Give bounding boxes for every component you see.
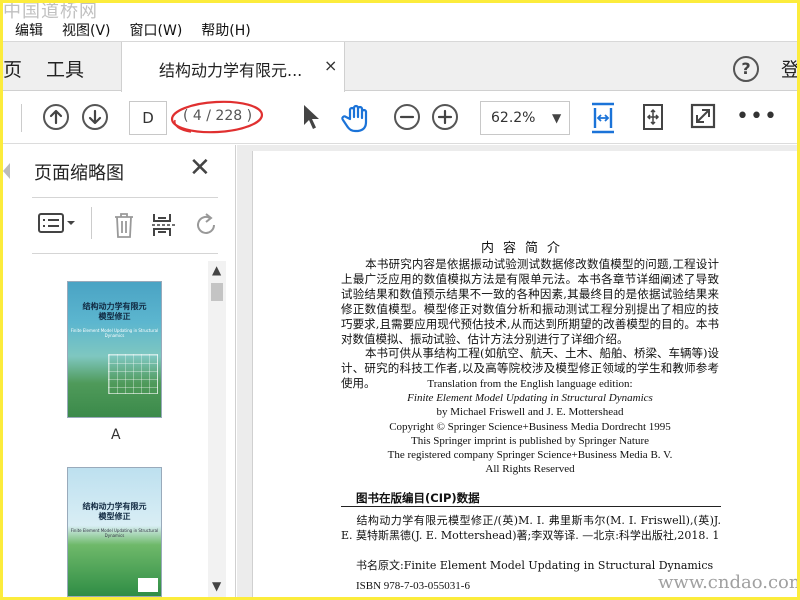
tab-bar: 页 工具 结构动力学有限元... × ? 登 <box>3 41 797 92</box>
tab-document[interactable]: 结构动力学有限元... × <box>121 42 345 92</box>
copyright-line: by Michael Friswell and J. E. Mottershea… <box>436 406 624 419</box>
intro-paragraph-text: 本书研究内容是依据振动试验测试数据修改数值模型的问题,工程设计上最广泛应用的数值… <box>341 257 719 346</box>
page-count-annotated: ( 4 / 228 ) <box>169 98 267 136</box>
menu-view[interactable]: 视图(V) <box>62 20 111 40</box>
zoom-level-dropdown[interactable]: 62.2% ▼ <box>480 101 570 135</box>
barcode-icon <box>138 578 158 592</box>
copyright-line: This Springer imprint is published by Sp… <box>411 434 649 447</box>
dropdown-arrow-icon: ▼ <box>552 111 562 125</box>
tab-tools[interactable]: 工具 <box>46 55 84 82</box>
select-cursor-icon[interactable] <box>299 102 321 132</box>
app-window: 中国道桥网 编辑 视图(V) 窗口(W) 帮助(H) 页 工具 结构动力学有限元… <box>3 3 797 597</box>
menu-help[interactable]: 帮助(H) <box>201 20 250 40</box>
menu-items: 编辑 视图(V) 窗口(W) 帮助(H) <box>15 20 251 40</box>
zoom-in-button[interactable] <box>432 104 458 130</box>
delete-page-icon[interactable] <box>111 211 137 239</box>
panel-divider <box>32 197 218 198</box>
panel-pointer <box>3 163 10 179</box>
scroll-up-icon[interactable]: ▲ <box>212 263 221 277</box>
thumbnail-cover-subtitle: Finite Element Model Updating in Structu… <box>70 328 159 338</box>
page-heading: 内容简介 <box>480 241 569 256</box>
zoom-out-button[interactable] <box>394 104 420 130</box>
page-label: A <box>111 427 121 443</box>
cip-divider <box>341 506 721 507</box>
cip-entry: 结构动力学有限元模型修正/(英)M. I. 弗里斯韦尔(M. I. Friswe… <box>341 513 721 543</box>
copyright-line: Translation from the English language ed… <box>427 378 633 390</box>
hand-tool-icon[interactable] <box>341 102 373 134</box>
more-options-icon[interactable]: ••• <box>736 104 778 129</box>
thumbnail-scrollbar[interactable]: ▲ ▼ <box>208 261 226 597</box>
arrow-down-icon <box>88 109 102 125</box>
menu-edit[interactable]: 编辑 <box>15 20 43 40</box>
close-panel-icon[interactable]: ✕ <box>189 155 211 181</box>
watermark-logo-bottom: www.cndao.com <box>658 572 797 593</box>
panel-divider <box>32 253 218 254</box>
arrow-up-icon <box>49 109 63 125</box>
copyright-line: Copyright © Springer Science+Business Me… <box>389 420 671 433</box>
rotate-icon[interactable] <box>193 211 221 239</box>
page-thumbnail[interactable]: 结构动力学有限元 模型修正 Finite Element Model Updat… <box>67 281 162 418</box>
document-page: 内容简介 本书研究内容是依据振动试验测试数据修改数值模型的问题,工程设计上最广泛… <box>252 151 797 597</box>
menu-window[interactable]: 窗口(W) <box>130 20 183 40</box>
cip-original-title: 书名原文:Finite Element Model Updating in St… <box>356 559 714 572</box>
page-thumbnails-panel: 页面缩略图 ✕ 结构动力学有限元 模型修正 Finite Element Mod… <box>3 145 236 597</box>
minus-icon <box>399 115 415 119</box>
menu-bar: 中国道桥网 编辑 视图(V) 窗口(W) 帮助(H) <box>3 3 797 39</box>
extract-page-icon[interactable] <box>150 211 178 239</box>
thumbnail-cover-title: 结构动力学有限元 模型修正 <box>82 302 147 321</box>
zoom-level-value: 62.2% <box>491 110 536 126</box>
full-screen-icon[interactable] <box>689 102 717 132</box>
tab-document-label: 结构动力学有限元... <box>159 61 303 80</box>
toolbar-divider <box>91 207 92 239</box>
toolbar-divider <box>21 104 22 132</box>
tab-home[interactable]: 页 <box>3 55 22 82</box>
page-count: ( 4 / 228 ) <box>183 108 253 124</box>
thumbnail-options-icon[interactable] <box>37 211 77 235</box>
copyright-line: The registered company Springer Science+… <box>387 449 673 462</box>
copyright-line: All Rights Reserved <box>485 463 575 476</box>
page-thumbnail[interactable]: 结构动力学有限元 模型修正 Finite Element Model Updat… <box>67 467 162 597</box>
cip-entry-text: 结构动力学有限元模型修正/(英)M. I. 弗里斯韦尔(M. I. Friswe… <box>341 514 721 542</box>
help-icon[interactable]: ? <box>733 56 759 82</box>
cover-graphic <box>108 354 158 394</box>
intro-paragraph: 本书研究内容是依据振动试验测试数据修改数值模型的问题,工程设计上最广泛应用的数值… <box>341 257 719 347</box>
next-page-button[interactable] <box>82 104 108 130</box>
cip-title: 图书在版编目(CIP)数据 <box>356 491 480 505</box>
copyright-line: Finite Element Model Updating in Structu… <box>407 392 653 405</box>
panel-title: 页面缩略图 <box>34 163 124 184</box>
fit-page-width-icon[interactable] <box>589 100 617 136</box>
toolbar: D ( 4 / 228 ) 62.2% ▼ ••• <box>3 92 797 144</box>
close-tab-icon[interactable]: × <box>324 56 337 75</box>
scroll-down-icon[interactable]: ▼ <box>212 579 221 593</box>
plus-icon <box>437 109 453 125</box>
scroll-thumb[interactable] <box>211 283 223 301</box>
page-number-input[interactable]: D <box>129 101 167 135</box>
sign-in-button[interactable]: 登 <box>781 55 797 82</box>
previous-page-button[interactable] <box>43 104 69 130</box>
document-view[interactable]: 内容简介 本书研究内容是依据振动试验测试数据修改数值模型的问题,工程设计上最广泛… <box>237 145 797 597</box>
copyright-block: Translation from the English language ed… <box>341 377 719 476</box>
thumbnail-cover-title: 结构动力学有限元 模型修正 <box>82 502 147 521</box>
thumbnail-cover-subtitle: Finite Element Model Updating in Structu… <box>70 528 159 538</box>
fit-page-icon[interactable] <box>639 102 667 132</box>
